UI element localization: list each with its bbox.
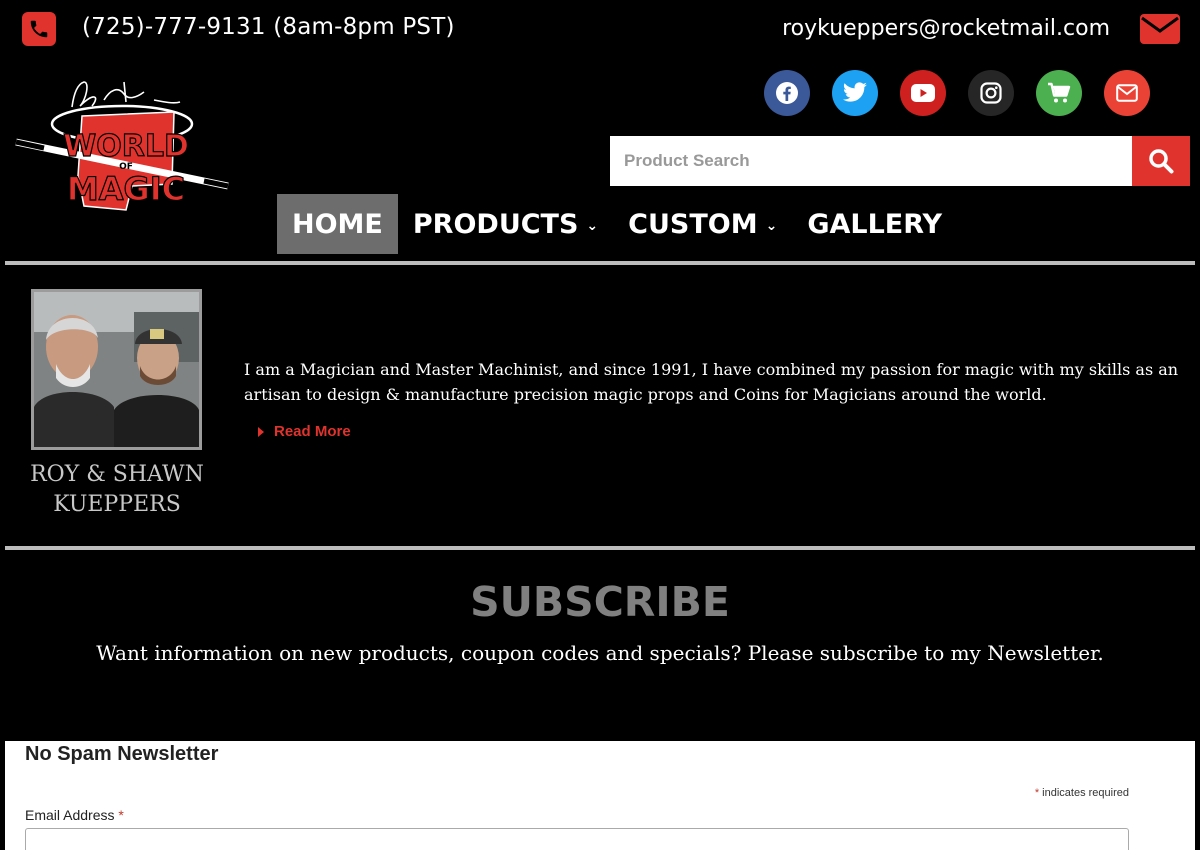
divider (5, 546, 1195, 550)
phone-number[interactable]: (725)-777-9131 (8am-8pm PST) (82, 14, 455, 40)
nav-item-gallery[interactable]: GALLERY (792, 194, 957, 254)
search-input[interactable] (610, 136, 1132, 186)
envelope-icon[interactable] (1140, 14, 1180, 44)
logo-text-world: WORLD (63, 129, 189, 164)
required-note: * indicates required (1035, 787, 1129, 799)
nav-item-custom[interactable]: CUSTOM ⌄ (613, 194, 792, 254)
caret-right-icon (258, 426, 264, 437)
subscribe-title: SUBSCRIBE (470, 578, 730, 626)
nav-item-home[interactable]: HOME (277, 194, 398, 254)
chevron-down-icon: ⌄ (765, 218, 778, 234)
email-label-text: Email Address (25, 807, 115, 823)
read-more-link[interactable]: Read More (258, 423, 351, 440)
youtube-icon[interactable] (900, 70, 946, 116)
envelope-icon[interactable] (1104, 70, 1150, 116)
divider (5, 261, 1195, 265)
phone-icon[interactable] (22, 12, 56, 46)
instagram-icon[interactable] (968, 70, 1014, 116)
top-bar: (725)-777-9131 (8am-8pm PST) roykueppers… (0, 0, 1200, 62)
newsletter-form: No Spam Newsletter * indicates required … (5, 741, 1195, 850)
owners-names: ROY & SHAWN KUEPPERS (30, 462, 204, 517)
search-button[interactable] (1132, 136, 1190, 186)
nav-label: PRODUCTS (412, 208, 579, 240)
form-title: No Spam Newsletter (25, 743, 219, 765)
nav-label: GALLERY (807, 208, 943, 240)
nav-item-products[interactable]: PRODUCTS ⌄ (398, 194, 613, 254)
nav-label: HOME (292, 208, 383, 240)
main-nav: HOME PRODUCTS ⌄ CUSTOM ⌄ GALLERY (277, 194, 957, 254)
subscribe-text: Want information on new products, coupon… (96, 641, 1104, 665)
chevron-down-icon: ⌄ (586, 218, 599, 234)
contact-email[interactable]: roykueppers@rocketmail.com (782, 16, 1110, 41)
twitter-icon[interactable] (832, 70, 878, 116)
product-search (610, 136, 1190, 186)
email-field[interactable] (25, 828, 1129, 850)
email-label: Email Address * (25, 807, 124, 823)
logo-text-magic: MAGIC (67, 170, 185, 208)
owners-photo (31, 289, 202, 450)
read-more-label: Read More (274, 423, 351, 440)
nav-label: CUSTOM (628, 208, 758, 240)
search-icon (1149, 149, 1174, 174)
facebook-icon[interactable] (764, 70, 810, 116)
world-of-magic-logo[interactable]: WORLD OF MAGIC (14, 72, 232, 217)
required-asterisk: * (1034, 787, 1040, 799)
required-asterisk: * (118, 807, 124, 823)
about-text: I am a Magician and Master Machinist, an… (244, 360, 1179, 404)
social-links (764, 70, 1150, 116)
cart-icon[interactable] (1036, 70, 1082, 116)
required-note-text: indicates required (1042, 787, 1129, 799)
